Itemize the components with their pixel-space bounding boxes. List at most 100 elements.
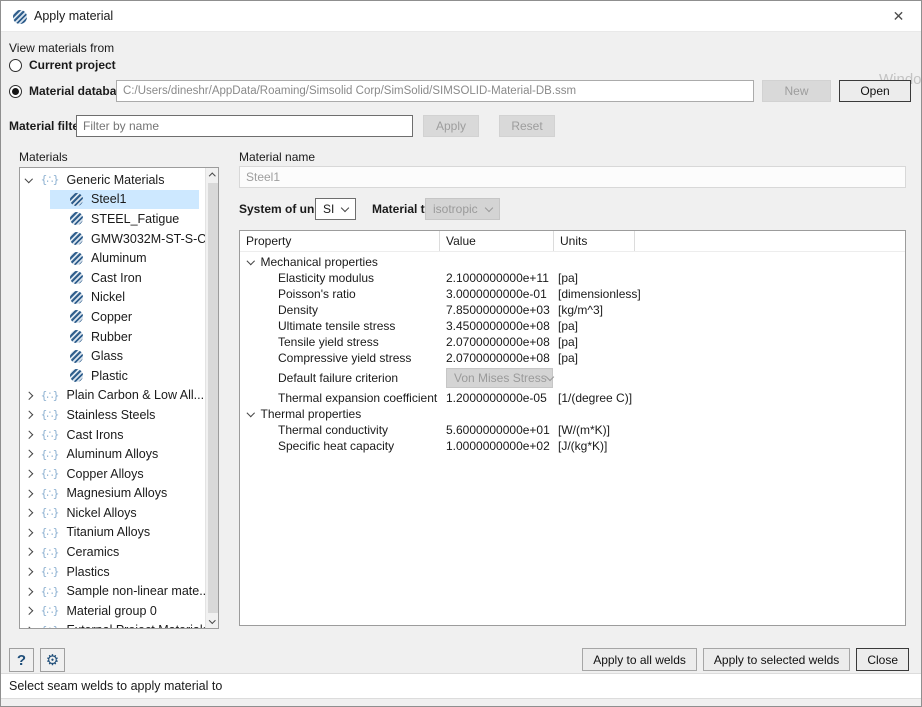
chevron-right-icon[interactable] [25, 627, 33, 628]
chevron-down-icon[interactable] [247, 257, 255, 265]
tree-material-glass[interactable]: Glass [20, 346, 205, 366]
database-path-field[interactable] [116, 80, 754, 102]
property-row-thermal-expansion-coefficient[interactable]: Thermal expansion coefficient1.200000000… [240, 390, 905, 406]
material-name-field [239, 166, 906, 188]
close-icon[interactable]: ✕ [876, 1, 921, 32]
tree-group-stainless-steels[interactable]: {∴}Stainless Steels [20, 405, 205, 425]
property-group-row-mechanical-properties[interactable]: Mechanical properties [240, 254, 905, 270]
chevron-down-icon[interactable] [247, 409, 255, 417]
radio-button-icon[interactable] [9, 59, 22, 72]
gear-icon: ⚙ [46, 653, 59, 668]
chevron-right-icon[interactable] [25, 587, 33, 595]
material-icon [70, 232, 83, 245]
chevron-right-icon[interactable] [25, 411, 33, 419]
title-bar: Apply material ✕ [1, 1, 921, 32]
apply-to-selected-welds-button[interactable]: Apply to selected welds [703, 648, 850, 671]
chevron-down-icon [485, 204, 493, 212]
chevron-right-icon[interactable] [25, 568, 33, 576]
tree-material-cast-iron[interactable]: Cast Iron [20, 268, 205, 288]
material-group-icon: {∴} [41, 605, 59, 616]
tree-group-sample-non-linear-mate[interactable]: {∴}Sample non-linear mate... [20, 581, 205, 601]
header-property[interactable]: Property [240, 231, 440, 251]
tree-material-plastic[interactable]: Plastic [20, 366, 205, 386]
scrollbar-thumb[interactable] [208, 183, 218, 613]
chevron-right-icon[interactable] [25, 607, 33, 615]
property-row-ultimate-tensile-stress[interactable]: Ultimate tensile stress3.4500000000e+08[… [240, 318, 905, 334]
tree-group-material-group-0[interactable]: {∴}Material group 0 [20, 601, 205, 621]
property-name: Elasticity modulus [278, 271, 374, 285]
open-database-button[interactable]: Open [839, 80, 911, 102]
header-value[interactable]: Value [440, 231, 554, 251]
tree-material-gmw3032m-st-s-c[interactable]: GMW3032M-ST-S-C... [20, 229, 205, 249]
filter-input[interactable] [76, 115, 413, 137]
property-row-compressive-yield-stress[interactable]: Compressive yield stress2.0700000000e+08… [240, 350, 905, 366]
property-row-specific-heat-capacity[interactable]: Specific heat capacity1.0000000000e+02[J… [240, 438, 905, 454]
property-name: Ultimate tensile stress [278, 319, 395, 333]
close-button[interactable]: Close [856, 648, 909, 671]
property-table: Property Value Units Mechanical properti… [239, 230, 906, 626]
tree-group-cast-irons[interactable]: {∴}Cast Irons [20, 425, 205, 445]
tree-group-magnesium-alloys[interactable]: {∴}Magnesium Alloys [20, 484, 205, 504]
header-units[interactable]: Units [554, 231, 635, 251]
tree-item-label: Stainless Steels [67, 408, 156, 422]
chevron-right-icon[interactable] [25, 470, 33, 478]
chevron-down-icon [341, 204, 349, 212]
radio-button-icon[interactable] [9, 85, 22, 98]
chevron-right-icon[interactable] [25, 489, 33, 497]
property-group-row-thermal-properties[interactable]: Thermal properties [240, 406, 905, 422]
property-row-poisson-s-ratio[interactable]: Poisson's ratio3.0000000000e-01[dimensio… [240, 286, 905, 302]
property-name: Compressive yield stress [278, 351, 411, 365]
property-value: 2.0700000000e+08 [446, 335, 550, 349]
scroll-down-icon[interactable] [206, 614, 219, 628]
scroll-up-icon[interactable] [206, 168, 219, 182]
tree-material-copper[interactable]: Copper [20, 307, 205, 327]
tree-scrollbar[interactable] [205, 168, 218, 628]
tree-item-label: Ceramics [67, 545, 120, 559]
tree-group-titanium-alloys[interactable]: {∴}Titanium Alloys [20, 523, 205, 543]
chevron-right-icon[interactable] [25, 431, 33, 439]
tree-group-ceramics[interactable]: {∴}Ceramics [20, 542, 205, 562]
tree-material-steel-fatigue[interactable]: STEEL_Fatigue [20, 209, 205, 229]
material-icon [70, 369, 83, 382]
property-units: [pa] [558, 319, 578, 333]
radio-material-database[interactable]: Material database [9, 83, 130, 99]
tree-group-plastics[interactable]: {∴}Plastics [20, 562, 205, 582]
property-row-density[interactable]: Density7.8500000000e+03[kg/m^3] [240, 302, 905, 318]
tree-group-generic-materials[interactable]: {∴}Generic Materials [20, 170, 205, 190]
chevron-right-icon[interactable] [25, 529, 33, 537]
tree-material-steel1[interactable]: Steel1 [20, 190, 205, 210]
tree-group-copper-alloys[interactable]: {∴}Copper Alloys [20, 464, 205, 484]
tree-group-nickel-alloys[interactable]: {∴}Nickel Alloys [20, 503, 205, 523]
property-row-elasticity-modulus[interactable]: Elasticity modulus2.1000000000e+11[pa] [240, 270, 905, 286]
tree-material-aluminum[interactable]: Aluminum [20, 248, 205, 268]
chevron-right-icon[interactable] [25, 450, 33, 458]
tree-material-rubber[interactable]: Rubber [20, 327, 205, 347]
tree-group-plain-carbon-low-all[interactable]: {∴}Plain Carbon & Low All... [20, 386, 205, 406]
property-name: Tensile yield stress [278, 335, 379, 349]
tree-group-aluminum-alloys[interactable]: {∴}Aluminum Alloys [20, 444, 205, 464]
filter-apply-button: Apply [423, 115, 479, 137]
property-name: Thermal conductivity [278, 423, 388, 437]
chevron-right-icon[interactable] [25, 548, 33, 556]
chevron-right-icon[interactable] [25, 391, 33, 399]
failure-criterion-value: Von Mises Stress [454, 371, 547, 385]
status-bar: Select seam welds to apply material to [1, 673, 921, 699]
property-row-thermal-conductivity[interactable]: Thermal conductivity5.6000000000e+01[W/(… [240, 422, 905, 438]
tree-item-label: Plastic [91, 369, 128, 383]
chevron-down-icon[interactable] [25, 175, 33, 183]
radio-current-project[interactable]: Current project [9, 57, 116, 73]
material-group-icon: {∴} [41, 488, 59, 499]
tree-group-external-project-materials[interactable]: {∴}External Project Materials [20, 621, 205, 628]
window-title: Apply material [34, 1, 113, 32]
system-of-units-select[interactable]: SI [315, 198, 356, 220]
tree-material-nickel[interactable]: Nickel [20, 288, 205, 308]
property-value: 2.1000000000e+11 [446, 271, 549, 285]
tree-item-label: Nickel Alloys [67, 506, 137, 520]
chevron-right-icon[interactable] [25, 509, 33, 517]
settings-button[interactable]: ⚙ [40, 648, 65, 672]
property-row-default-failure-criterion[interactable]: Default failure criterionVon Mises Stres… [240, 366, 905, 390]
property-row-tensile-yield-stress[interactable]: Tensile yield stress2.0700000000e+08[pa] [240, 334, 905, 350]
help-button[interactable]: ? [9, 648, 34, 672]
apply-material-dialog: Apply material ✕ Window View materials f… [0, 0, 922, 707]
apply-to-all-welds-button[interactable]: Apply to all welds [582, 648, 697, 671]
